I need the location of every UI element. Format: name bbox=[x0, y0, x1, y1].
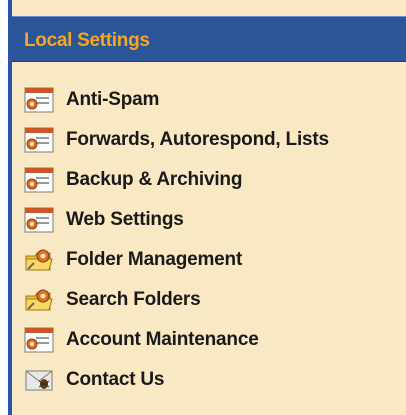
envelope-bug-icon bbox=[25, 370, 53, 391]
menu-item-label: Search Folders bbox=[66, 289, 201, 310]
panel-top-strip bbox=[12, 0, 406, 10]
menu-item-folder-management[interactable]: Folder Management bbox=[12, 240, 406, 280]
local-settings-panel: Local Settings Anti-Spam Forwards, Autor… bbox=[8, 0, 406, 415]
menu-item-label: Forwards, Autorespond, Lists bbox=[66, 129, 329, 150]
menu-item-anti-spam[interactable]: Anti-Spam bbox=[12, 80, 406, 120]
settings-window-gear-icon bbox=[24, 167, 54, 193]
settings-window-gear-icon bbox=[24, 327, 54, 353]
folder-gear-icon bbox=[25, 249, 53, 271]
section-title: Local Settings bbox=[24, 30, 150, 51]
menu-item-label: Web Settings bbox=[66, 209, 184, 230]
section-header: Local Settings bbox=[12, 16, 406, 62]
settings-window-gear-icon bbox=[24, 207, 54, 233]
settings-window-gear-icon bbox=[24, 127, 54, 153]
menu-item-web-settings[interactable]: Web Settings bbox=[12, 200, 406, 240]
menu-item-account-maintenance[interactable]: Account Maintenance bbox=[12, 320, 406, 360]
menu-item-label: Account Maintenance bbox=[66, 329, 259, 350]
settings-window-gear-icon bbox=[24, 87, 54, 113]
menu-item-contact-us[interactable]: Contact Us bbox=[12, 360, 406, 400]
menu-item-label: Folder Management bbox=[66, 249, 243, 270]
menu-item-backup-archiving[interactable]: Backup & Archiving bbox=[12, 160, 406, 200]
menu-item-label: Contact Us bbox=[66, 369, 165, 390]
folder-gear-icon bbox=[25, 289, 53, 311]
menu-item-search-folders[interactable]: Search Folders bbox=[12, 280, 406, 320]
settings-menu: Anti-Spam Forwards, Autorespond, Lists B… bbox=[12, 80, 406, 400]
menu-item-label: Backup & Archiving bbox=[66, 169, 243, 190]
menu-item-label: Anti-Spam bbox=[66, 89, 160, 110]
menu-item-forwards-autorespond-lists[interactable]: Forwards, Autorespond, Lists bbox=[12, 120, 406, 160]
